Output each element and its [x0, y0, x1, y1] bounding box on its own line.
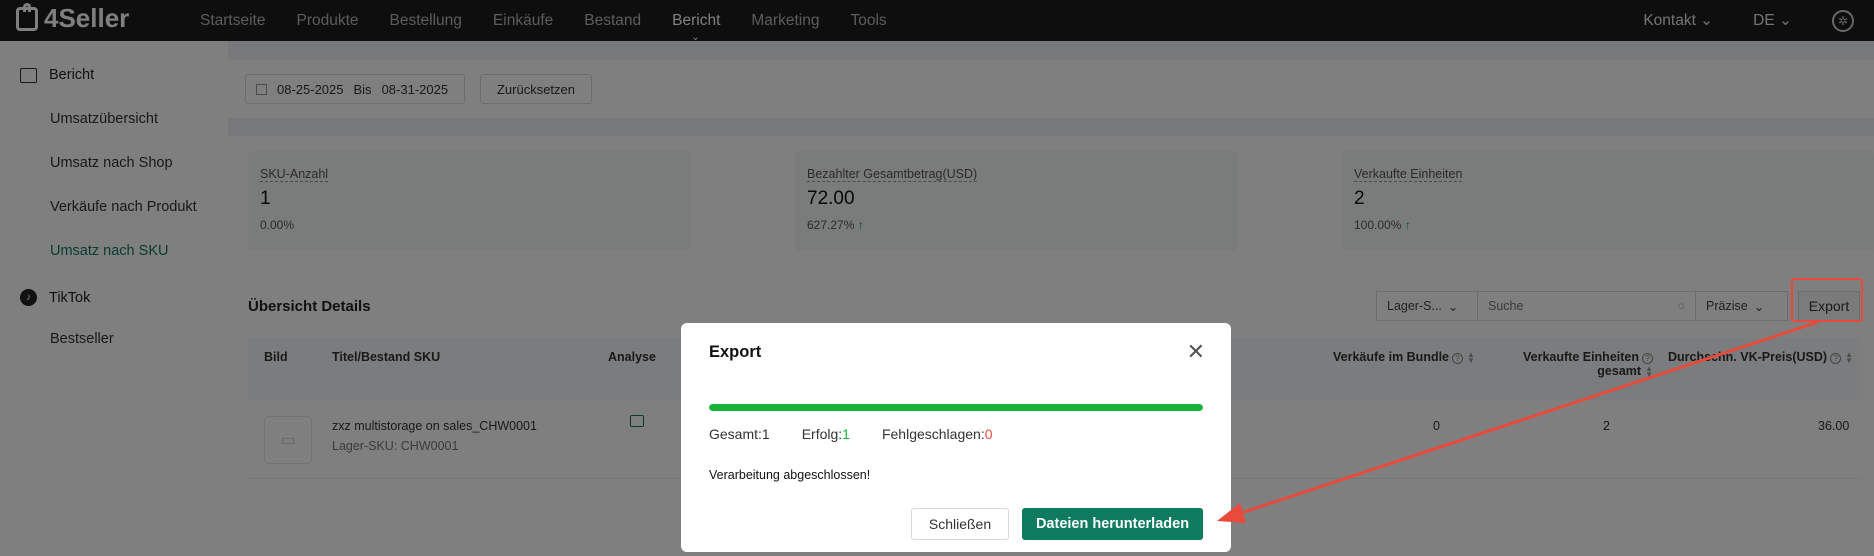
completion-message: Verarbeitung abgeschlossen! [709, 468, 871, 482]
download-files-button[interactable]: Dateien herunterladen [1022, 508, 1203, 540]
annotation-highlight-box [1791, 278, 1863, 322]
stat-total: Gesamt:1 [709, 426, 770, 442]
stat-failed-value: 0 [984, 426, 993, 442]
export-dialog: Export ✕ Gesamt:1 Erfolg:1 Fehlgeschlage… [681, 323, 1231, 552]
close-icon[interactable]: ✕ [1187, 341, 1205, 363]
stat-success: Erfolg:1 [801, 426, 850, 442]
stat-total-value: 1 [761, 426, 770, 442]
stat-failed: Fehlgeschlagen:0 [881, 426, 993, 442]
stat-failed-label: Fehlgeschlagen [881, 426, 981, 442]
close-button[interactable]: Schließen [911, 508, 1009, 540]
dialog-title: Export [709, 343, 762, 361]
export-stats: Gesamt:1 Erfolg:1 Fehlgeschlagen:0 [709, 426, 993, 442]
stat-success-label: Erfolg [801, 426, 839, 442]
export-progress-bar [709, 404, 1203, 411]
stat-success-value: 1 [842, 426, 850, 442]
stat-total-label: Gesamt [709, 426, 759, 442]
progress-fill [709, 404, 1203, 411]
